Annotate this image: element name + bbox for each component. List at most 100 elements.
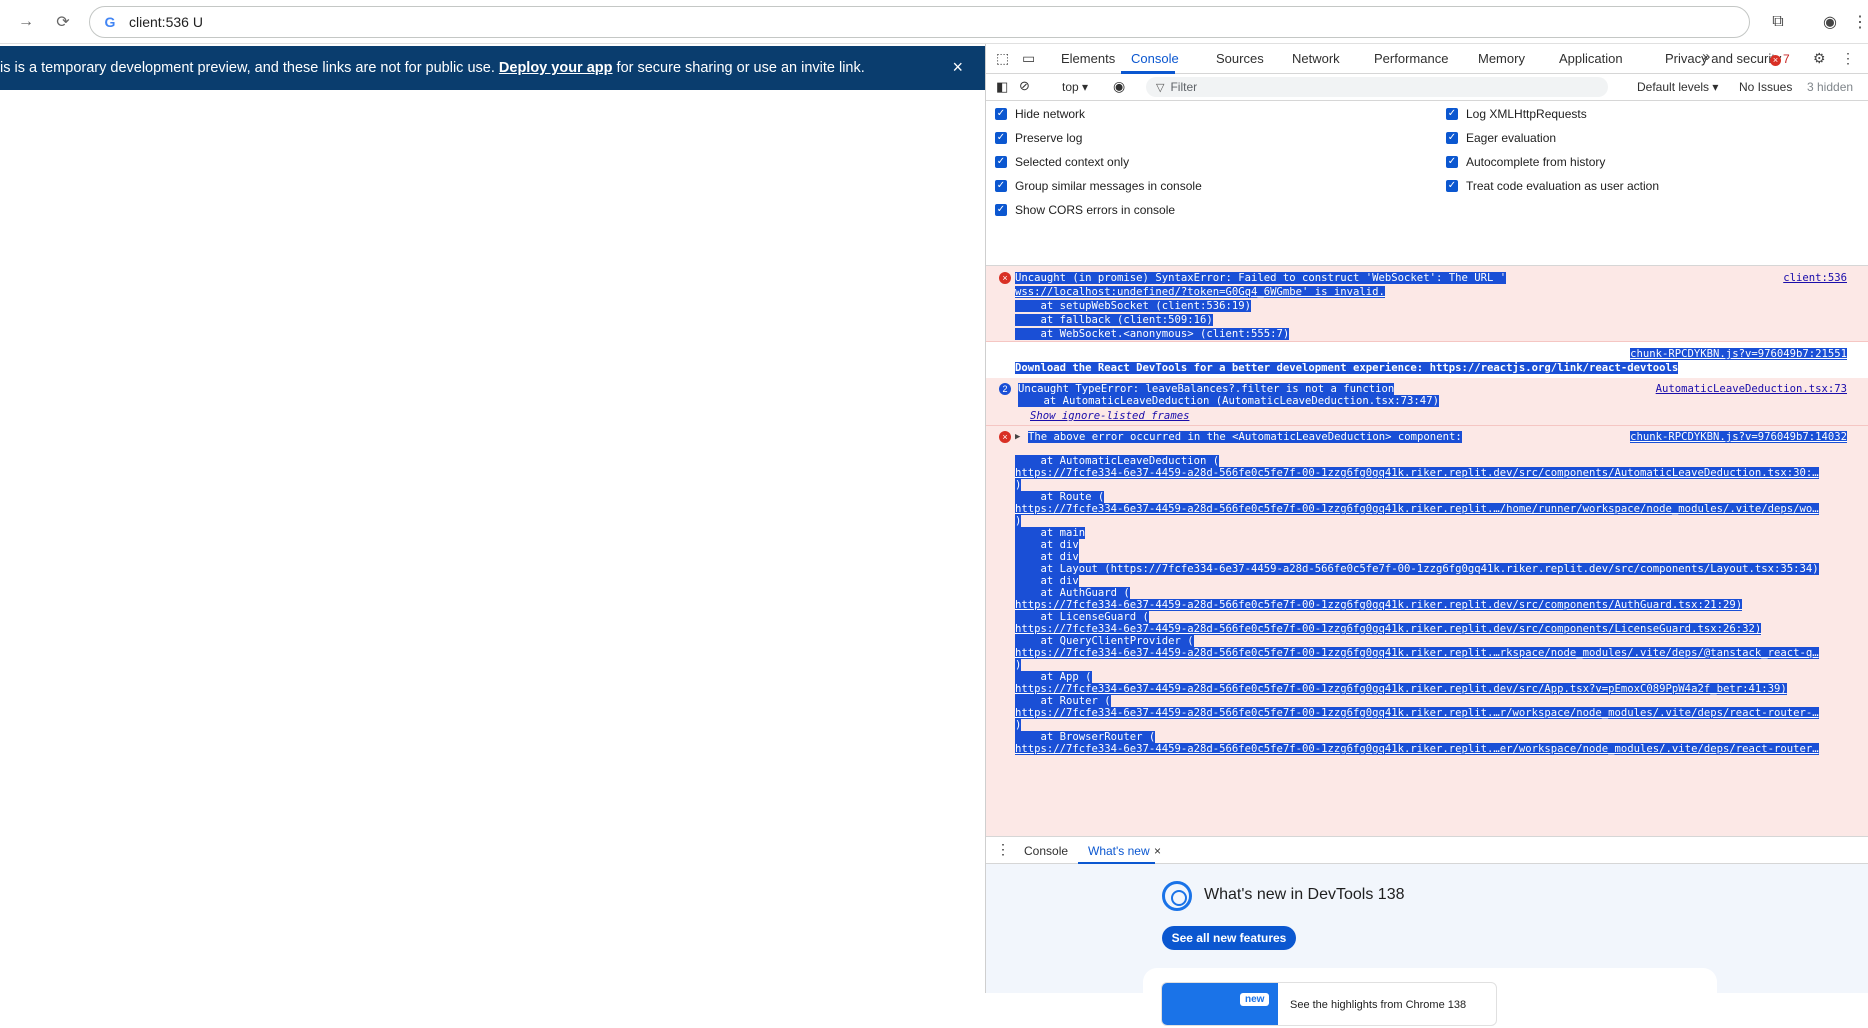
- stack-frame: at AutomaticLeaveDeduction (: [1015, 455, 1220, 467]
- tab-sources[interactable]: Sources: [1216, 51, 1264, 66]
- more-tabs-icon[interactable]: »: [1702, 48, 1710, 65]
- setting-label: Hide network: [1015, 107, 1086, 121]
- tab-privacy-security[interactable]: Privacy and security: [1665, 51, 1781, 66]
- live-expression-eye-icon[interactable]: ◉: [1113, 78, 1125, 95]
- context-label: top: [1062, 80, 1079, 94]
- setting-show-cors[interactable]: ✓ Show CORS errors in console: [995, 203, 1175, 217]
- stack-frame-url[interactable]: https://7fcfe334-6e37-4459-a28d-566fe0c5…: [1015, 623, 1762, 635]
- checkbox-checked-icon[interactable]: ✓: [995, 180, 1007, 192]
- stack-frame: at BrowserRouter (: [1015, 731, 1156, 743]
- checkbox-checked-icon[interactable]: ✓: [1446, 132, 1458, 144]
- console-message-error: × Uncaught (in promise) SyntaxError: Fai…: [986, 266, 1868, 342]
- stack-frame[interactable]: at Layout (https://7fcfe334-6e37-4459-a2…: [1015, 563, 1819, 575]
- stack-frame-url[interactable]: https://7fcfe334-6e37-4459-a28d-566fe0c5…: [1015, 503, 1819, 515]
- deploy-app-link[interactable]: Deploy your app: [499, 60, 613, 76]
- setting-treat-code-eval[interactable]: ✓ Treat code evaluation as user action: [1446, 179, 1659, 193]
- device-toolbar-icon[interactable]: ▭: [1022, 50, 1035, 67]
- setting-autocomplete[interactable]: ✓ Autocomplete from history: [1446, 155, 1605, 169]
- source-link[interactable]: chunk-RPCDYKBN.js?v=976049b7:14032: [1630, 431, 1847, 443]
- menu-dots-icon[interactable]: ⋮: [1848, 10, 1868, 34]
- setting-hide-network[interactable]: ✓ Hide network: [995, 107, 1085, 121]
- checkbox-checked-icon[interactable]: ✓: [1446, 156, 1458, 168]
- source-link[interactable]: client:536: [1783, 272, 1847, 284]
- settings-gear-icon[interactable]: ⚙: [1813, 50, 1826, 67]
- highlights-thumbnail: new: [1162, 983, 1278, 1025]
- reload-icon[interactable]: ⟳: [52, 11, 74, 33]
- tab-console[interactable]: Console: [1131, 51, 1179, 66]
- forward-arrow-icon[interactable]: →: [15, 11, 37, 33]
- filter-icon: ▽: [1156, 81, 1165, 94]
- setting-log-xhr[interactable]: ✓ Log XMLHttpRequests: [1446, 107, 1587, 121]
- stack-frame-url[interactable]: https://7fcfe334-6e37-4459-a28d-566fe0c5…: [1015, 707, 1819, 719]
- setting-label: Group similar messages in console: [1015, 179, 1202, 193]
- address-text: client:536 U: [129, 14, 203, 30]
- tab-elements[interactable]: Elements: [1061, 51, 1115, 66]
- stack-frame: ): [1015, 719, 1022, 731]
- checkbox-checked-icon[interactable]: ✓: [995, 132, 1007, 144]
- tab-memory[interactable]: Memory: [1478, 51, 1525, 66]
- address-bar[interactable]: G client:536 U: [89, 6, 1750, 38]
- setting-selected-context[interactable]: ✓ Selected context only: [995, 155, 1129, 169]
- error-icon: ×: [999, 272, 1011, 284]
- console-line: Download the React DevTools for a better…: [1015, 362, 1679, 374]
- show-ignore-listed-link[interactable]: Show ignore-listed frames: [1030, 410, 1189, 422]
- stack-frame[interactable]: at AutomaticLeaveDeduction (AutomaticLea…: [1018, 395, 1439, 407]
- whats-new-panel: What's new in DevTools 138 See all new f…: [986, 864, 1868, 1028]
- clear-console-icon[interactable]: ⊘: [1019, 78, 1030, 94]
- drawer-tab-whats-new[interactable]: What's new: [1088, 844, 1150, 858]
- checkbox-checked-icon[interactable]: ✓: [995, 156, 1007, 168]
- log-levels-dropdown[interactable]: Default levels ▾: [1637, 80, 1718, 94]
- banner-text-before: is is a temporary development preview, a…: [0, 60, 499, 76]
- checkbox-checked-icon[interactable]: ✓: [995, 108, 1007, 120]
- log-levels-label: Default levels: [1637, 80, 1710, 94]
- see-all-features-button[interactable]: See all new features: [1162, 926, 1296, 950]
- console-line[interactable]: wss://localhost:undefined/?token=G0Gq4_6…: [1015, 286, 1385, 298]
- error-count-badge[interactable]: × 7: [1770, 52, 1790, 66]
- setting-preserve-log[interactable]: ✓ Preserve log: [995, 131, 1082, 145]
- setting-eager-eval[interactable]: ✓ Eager evaluation: [1446, 131, 1556, 145]
- profile-icon[interactable]: ◉: [1818, 10, 1842, 34]
- inspect-element-icon[interactable]: ⬚: [996, 50, 1009, 67]
- stack-frame[interactable]: at setupWebSocket (client:536:19): [1015, 300, 1251, 312]
- issues-link[interactable]: No Issues: [1739, 80, 1792, 94]
- stack-frame: ): [1015, 659, 1022, 671]
- stack-frame[interactable]: at fallback (client:509:16): [1015, 314, 1213, 326]
- close-icon[interactable]: ×: [952, 57, 963, 78]
- tab-network[interactable]: Network: [1292, 51, 1340, 66]
- stack-frame: ): [1015, 479, 1022, 491]
- setting-label: Selected context only: [1015, 155, 1130, 169]
- setting-group-similar[interactable]: ✓ Group similar messages in console: [995, 179, 1202, 193]
- browser-toolbar: → ⟳ G client:536 U ⧉ ◉ ⋮: [0, 0, 1868, 44]
- checkbox-checked-icon[interactable]: ✓: [995, 204, 1007, 216]
- source-link[interactable]: chunk-RPCDYKBN.js?v=976049b7:21551: [1630, 348, 1847, 360]
- stack-frame: at Route (: [1015, 491, 1105, 503]
- tab-performance[interactable]: Performance: [1374, 51, 1448, 66]
- drawer-tab-console[interactable]: Console: [1024, 844, 1068, 858]
- console-line: The above error occurred in the <Automat…: [1028, 431, 1462, 443]
- source-link[interactable]: AutomaticLeaveDeduction.tsx:73: [1656, 383, 1847, 395]
- devtools-menu-icon[interactable]: ⋮: [1841, 50, 1855, 67]
- stack-frame-url[interactable]: https://7fcfe334-6e37-4459-a28d-566fe0c5…: [1015, 743, 1819, 755]
- checkbox-checked-icon[interactable]: ✓: [1446, 180, 1458, 192]
- expand-triangle-icon[interactable]: ▶: [1015, 431, 1020, 443]
- stack-frame-url[interactable]: https://7fcfe334-6e37-4459-a28d-566fe0c5…: [1015, 647, 1819, 659]
- sidebar-toggle-icon[interactable]: ◧: [996, 79, 1008, 95]
- filter-placeholder: Filter: [1170, 80, 1198, 94]
- error-icon: ×: [1770, 55, 1781, 66]
- context-selector[interactable]: top ▾: [1062, 80, 1088, 94]
- highlights-card-inner[interactable]: new See the highlights from Chrome 138: [1161, 982, 1497, 1026]
- highlights-card[interactable]: new See the highlights from Chrome 138: [1143, 968, 1717, 1028]
- stack-frame[interactable]: at WebSocket.<anonymous> (client:555:7): [1015, 328, 1290, 340]
- setting-label: Preserve log: [1015, 131, 1083, 145]
- extensions-icon[interactable]: ⧉: [1766, 10, 1790, 34]
- filter-input[interactable]: ▽ Filter: [1146, 77, 1608, 97]
- checkbox-checked-icon[interactable]: ✓: [1446, 108, 1458, 120]
- setting-label: Autocomplete from history: [1466, 155, 1606, 169]
- stack-frame: at LicenseGuard (: [1015, 611, 1149, 623]
- close-icon[interactable]: ×: [1154, 844, 1161, 858]
- stack-frame-url[interactable]: https://7fcfe334-6e37-4459-a28d-566fe0c5…: [1015, 467, 1819, 479]
- tab-application[interactable]: Application: [1559, 51, 1623, 66]
- drawer-menu-icon[interactable]: ⋮: [996, 841, 1010, 858]
- stack-frame-url[interactable]: https://7fcfe334-6e37-4459-a28d-566fe0c5…: [1015, 599, 1743, 611]
- stack-frame-url[interactable]: https://7fcfe334-6e37-4459-a28d-566fe0c5…: [1015, 683, 1787, 695]
